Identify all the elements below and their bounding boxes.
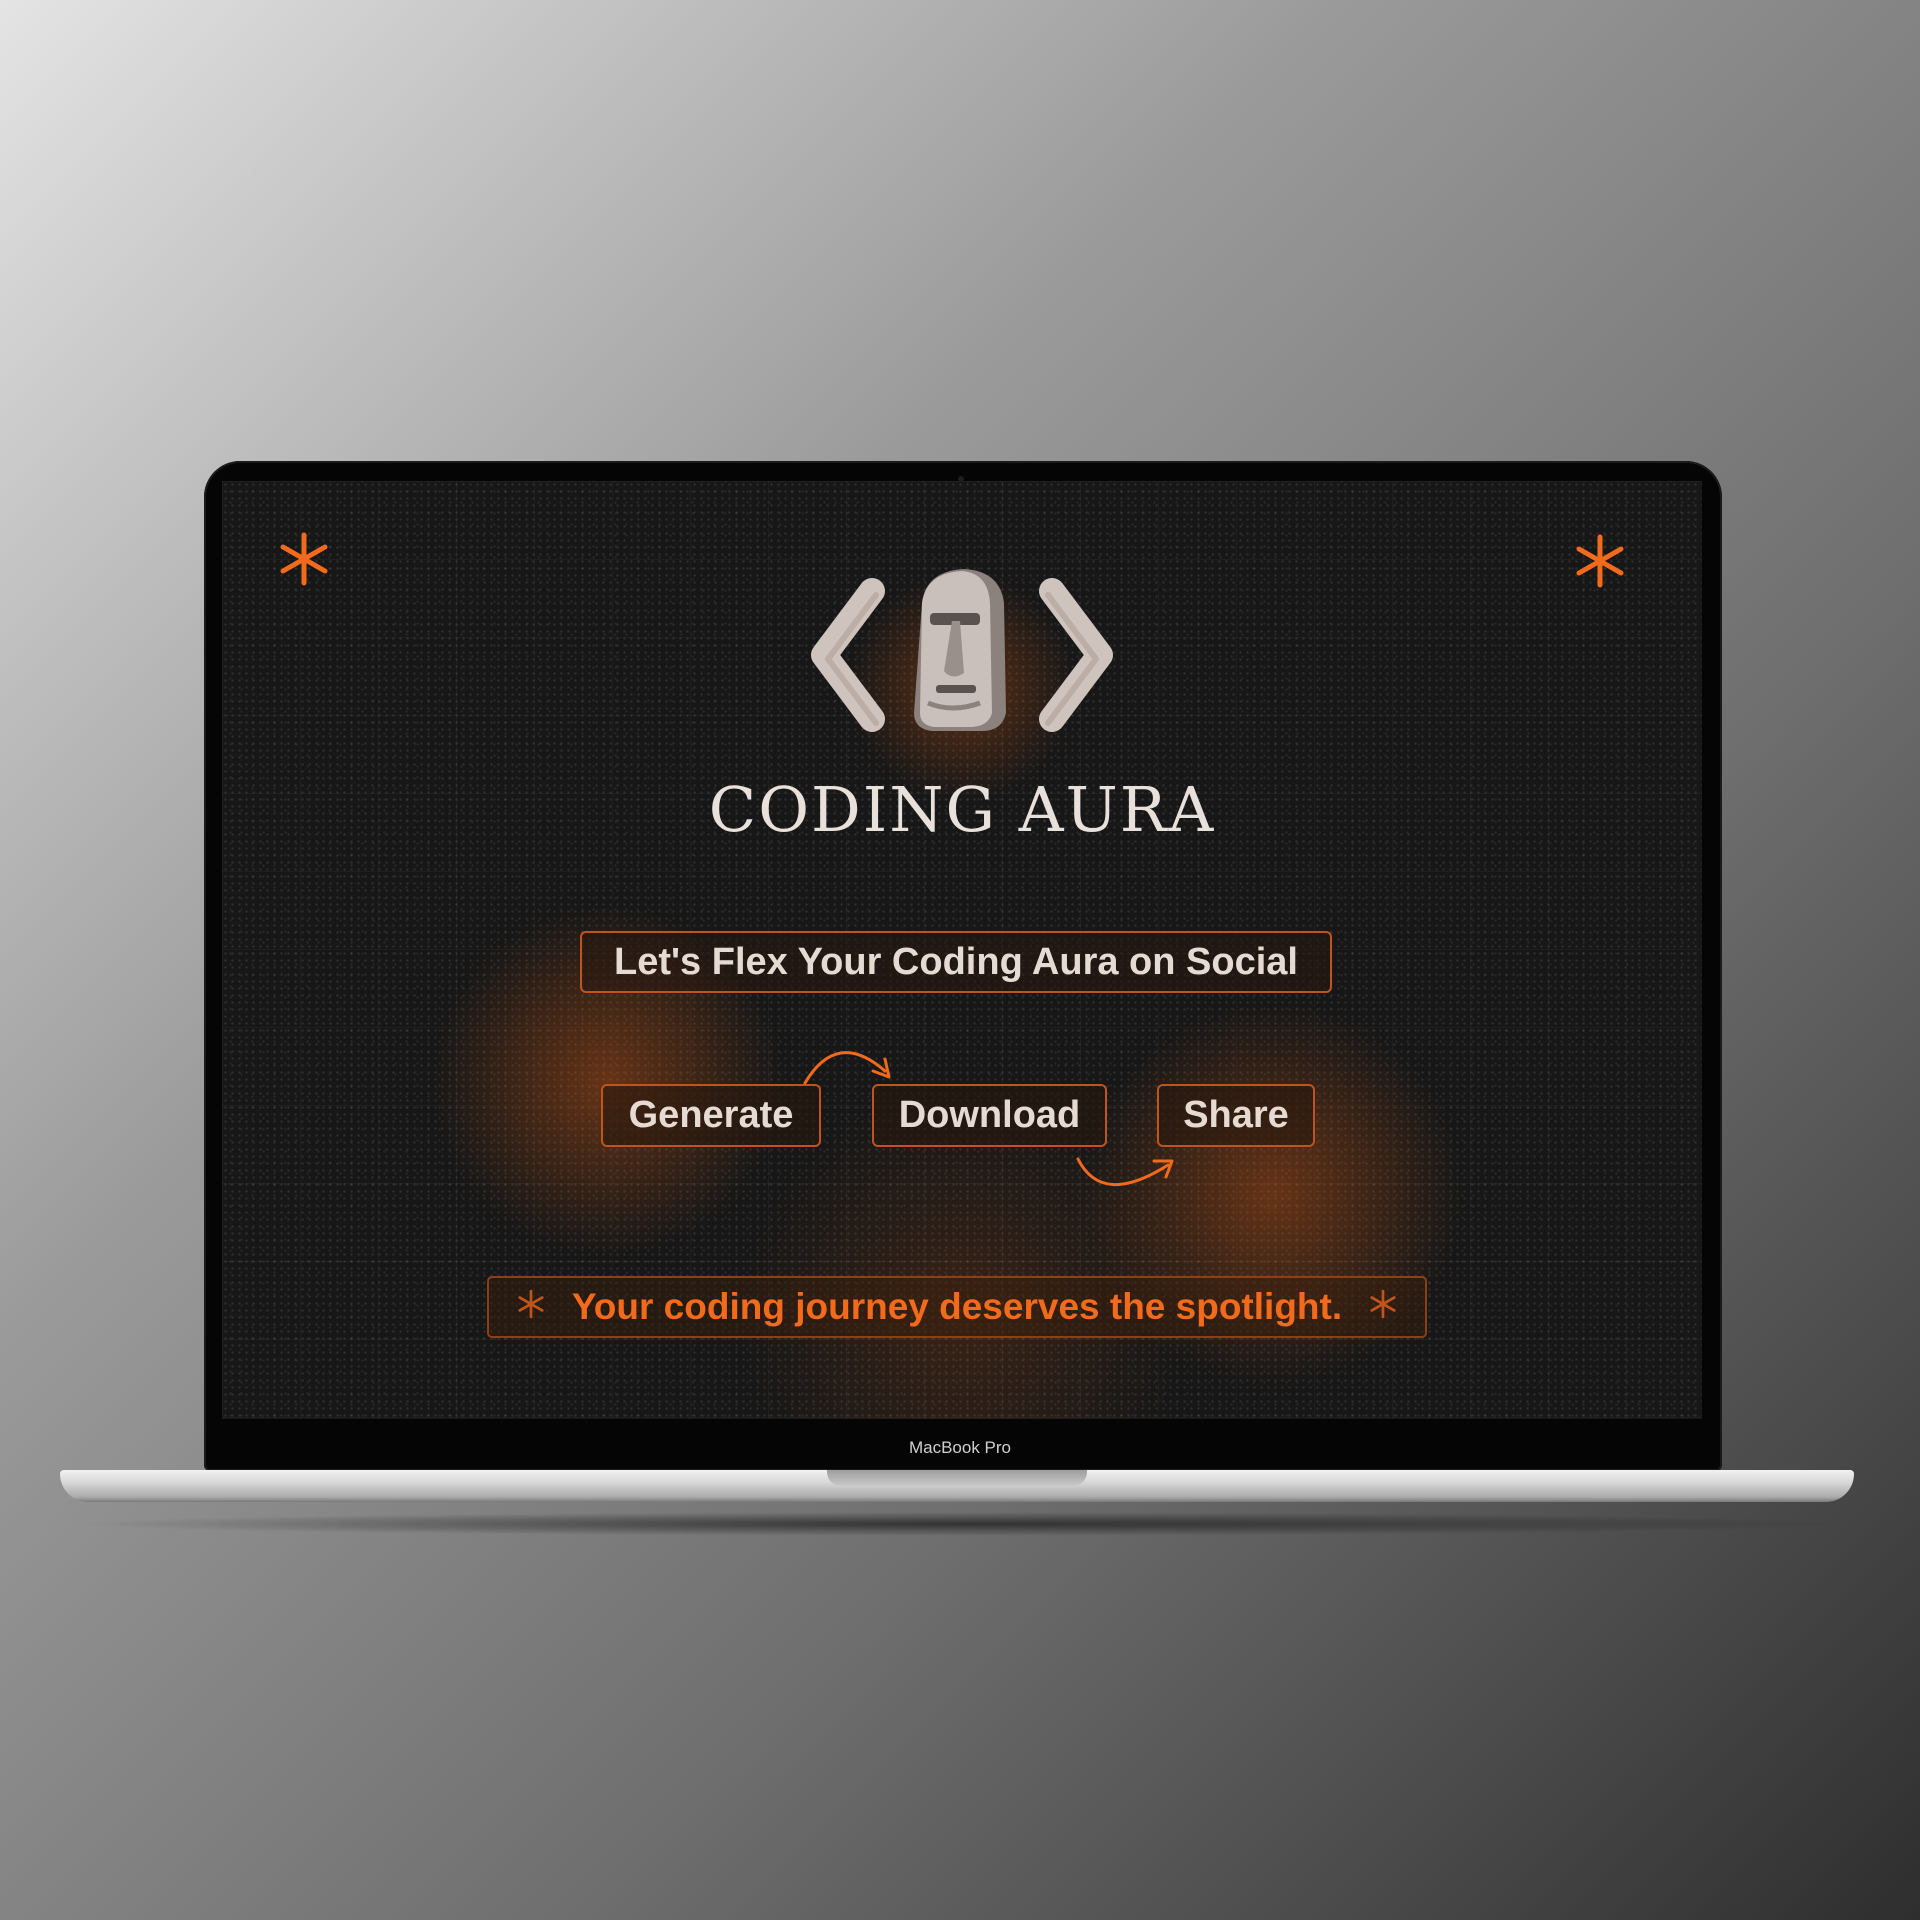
moai-code-brackets-icon bbox=[802, 563, 1122, 743]
arrow-icon bbox=[1076, 1157, 1174, 1187]
asterisk-icon bbox=[516, 1286, 546, 1328]
laptop-notch bbox=[827, 1470, 1087, 1486]
asterisk-icon bbox=[1572, 533, 1628, 589]
asterisk-icon bbox=[1368, 1286, 1398, 1328]
laptop-shadow bbox=[70, 1512, 1850, 1536]
tagline-badge: Let's Flex Your Coding Aura on Social bbox=[580, 931, 1332, 993]
app-title: CODING AURA bbox=[708, 773, 1216, 846]
asterisk-icon bbox=[276, 531, 332, 587]
footer-text: Your coding journey deserves the spotlig… bbox=[571, 1286, 1343, 1327]
app-screen: CODING AURA Let's Flex Your Coding Aura … bbox=[222, 481, 1702, 1419]
device-label: MacBook Pro bbox=[908, 1438, 1012, 1457]
generate-button[interactable]: Generate bbox=[601, 1084, 821, 1147]
download-button[interactable]: Download bbox=[872, 1084, 1107, 1147]
share-button[interactable]: Share bbox=[1157, 1084, 1315, 1147]
arrow-icon bbox=[803, 1051, 891, 1085]
footer-banner: Your coding journey deserves the spotlig… bbox=[487, 1276, 1427, 1338]
